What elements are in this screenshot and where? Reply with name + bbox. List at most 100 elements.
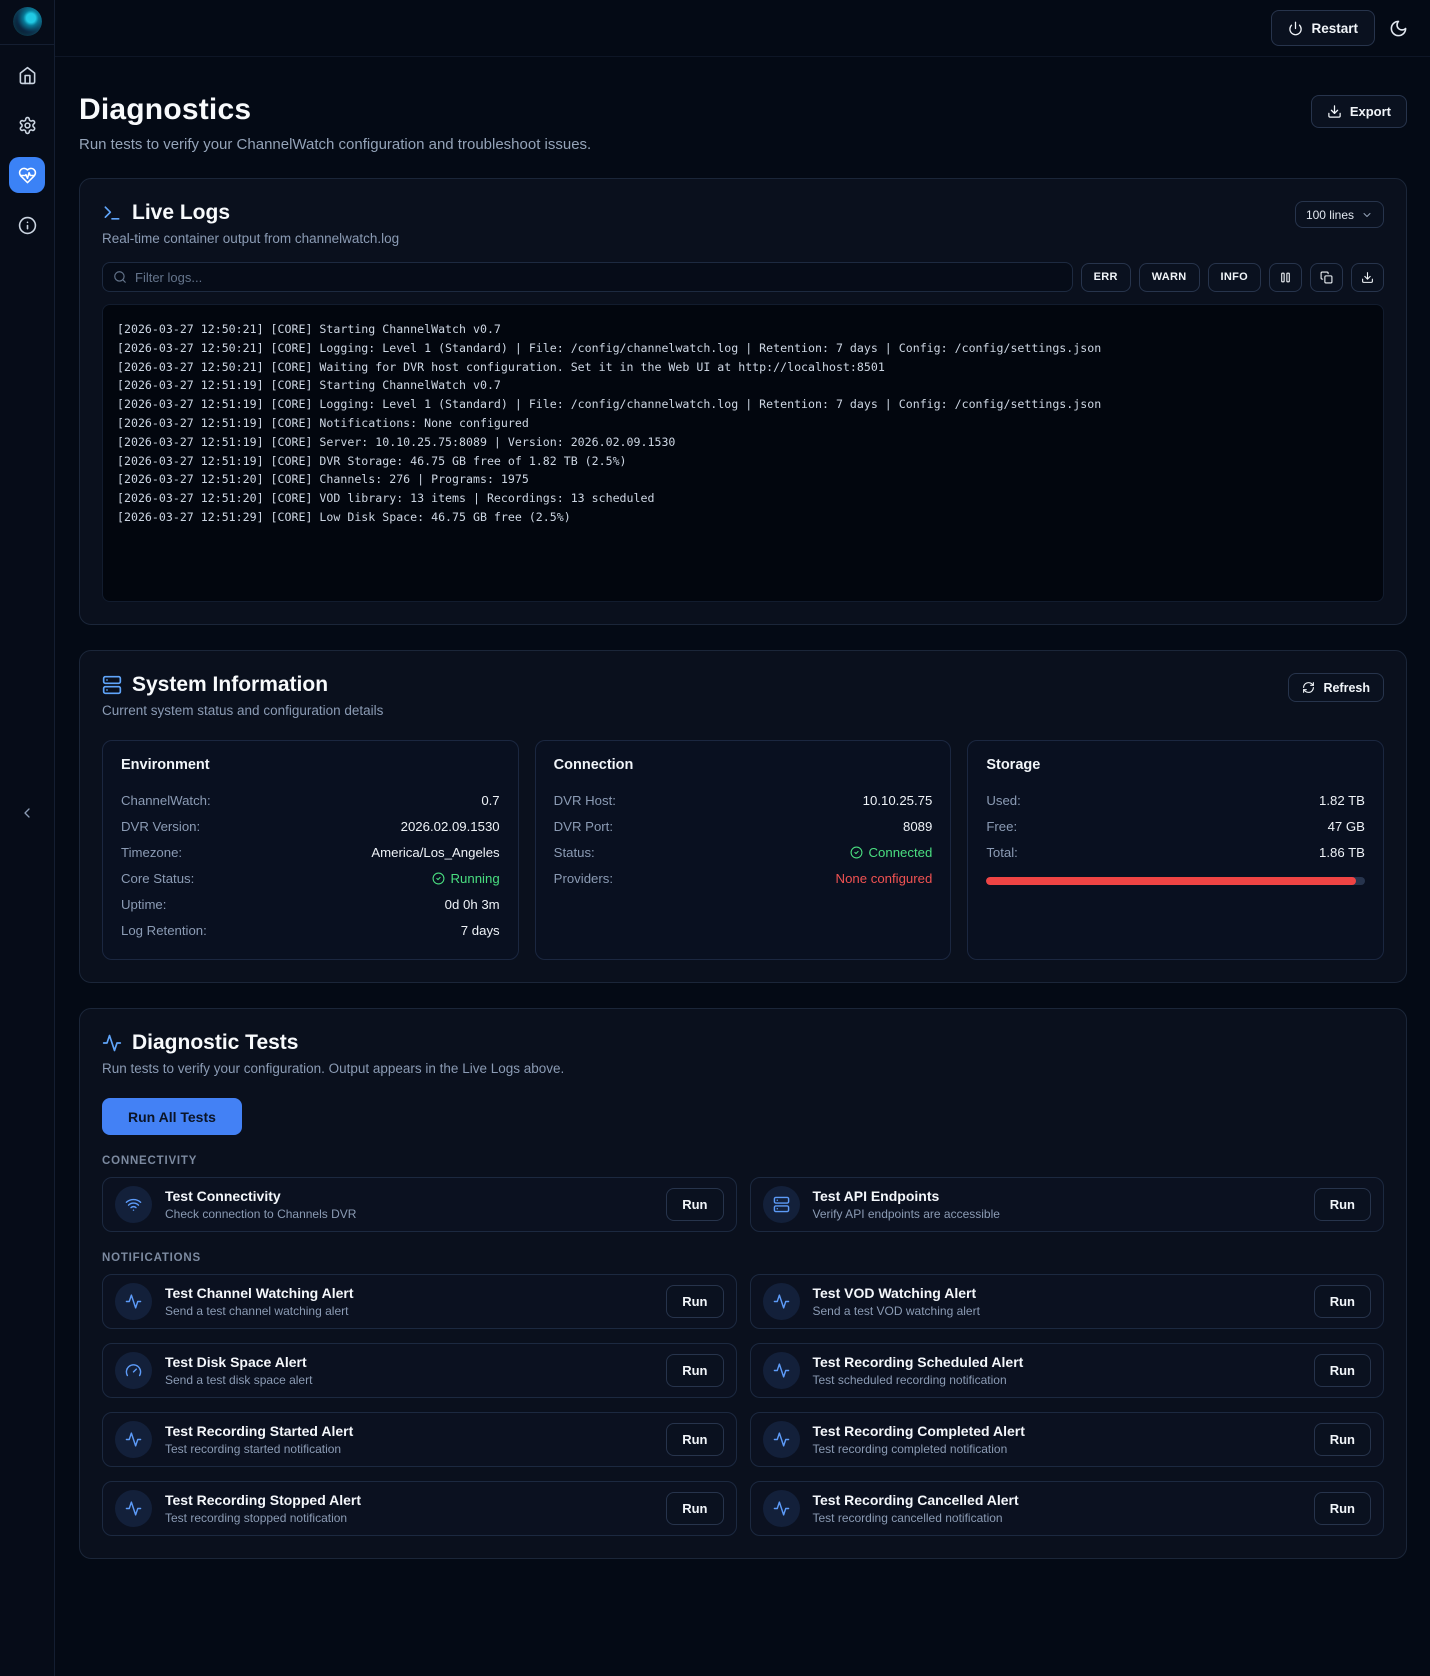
test-section: CONNECTIVITY Test Connectivity Check con… — [102, 1155, 1384, 1232]
test-name: Test Recording Stopped Alert — [165, 1492, 362, 1508]
run-test-button[interactable]: Run — [666, 1423, 724, 1456]
run-test-button[interactable]: Run — [666, 1188, 724, 1221]
test-desc: Check connection to Channels DVR — [165, 1207, 357, 1221]
server-icon — [102, 675, 122, 695]
run-test-button[interactable]: Run — [666, 1285, 724, 1318]
activity-icon — [762, 1352, 800, 1389]
live-logs-subtitle: Real-time container output from channelw… — [102, 231, 400, 246]
sidebar-collapse-button[interactable] — [0, 800, 54, 826]
test-name: Test Recording Completed Alert — [812, 1423, 1025, 1439]
activity-icon — [762, 1283, 800, 1320]
info-label: Used: — [986, 792, 1021, 808]
gear-icon — [18, 116, 37, 135]
test-desc: Test recording stopped notification — [165, 1511, 348, 1525]
download-logs-button[interactable] — [1351, 262, 1384, 292]
test-desc: Test scheduled recording notification — [812, 1373, 1007, 1387]
panel-title: Storage — [986, 757, 1041, 773]
test-desc: Test recording completed notification — [812, 1442, 1008, 1456]
run-test-button[interactable]: Run — [666, 1492, 724, 1525]
panel-title: Connection — [553, 757, 634, 773]
test-name: Test Connectivity — [165, 1188, 281, 1204]
activity-icon — [762, 1490, 800, 1527]
info-icon — [18, 216, 37, 235]
test-name: Test Disk Space Alert — [165, 1354, 307, 1370]
sidebar-item-settings[interactable] — [9, 107, 45, 143]
log-filter-input[interactable] — [135, 269, 1062, 285]
log-filter — [102, 262, 1073, 292]
check-circle-icon — [850, 846, 863, 859]
copy-logs-button[interactable] — [1310, 262, 1343, 292]
sidebar-nav — [9, 57, 45, 243]
theme-toggle-button[interactable] — [1389, 19, 1408, 38]
test-desc: Send a test channel watching alert — [165, 1304, 349, 1318]
test-card: Test Connectivity Check connection to Ch… — [102, 1177, 737, 1232]
info-value: 47 GB — [1327, 818, 1365, 834]
activity-icon — [102, 1033, 122, 1053]
info-value: America/Los_Angeles — [371, 844, 500, 860]
info-row: Log Retention: 7 days — [121, 917, 500, 943]
test-desc: Send a test disk space alert — [165, 1373, 313, 1387]
info-label: Log Retention: — [121, 922, 207, 938]
filter-info-button[interactable]: INFO — [1207, 262, 1261, 292]
sidebar-item-diagnostics[interactable] — [9, 157, 45, 193]
power-icon — [1288, 21, 1303, 36]
topbar: Restart — [55, 0, 1430, 57]
activity-icon — [115, 1421, 152, 1458]
test-card: Test Recording Cancelled Alert Test reco… — [749, 1481, 1384, 1536]
run-test-button[interactable]: Run — [1313, 1492, 1371, 1525]
test-card: Test Disk Space Alert Send a test disk s… — [102, 1343, 737, 1398]
system-info-panel: Storage Used: 1.82 TB Free: 47 GB Total:… — [967, 740, 1384, 960]
download-icon — [1327, 104, 1342, 119]
app-logo[interactable] — [12, 7, 42, 36]
info-label: Timezone: — [121, 844, 183, 860]
test-desc: Test recording started notification — [165, 1442, 342, 1456]
diagnostic-tests-card: Diagnostic Tests Run tests to verify you… — [79, 1008, 1407, 1559]
run-test-button[interactable]: Run — [1313, 1423, 1371, 1456]
test-card: Test Recording Stopped Alert Test record… — [102, 1481, 737, 1536]
info-label: DVR Host: — [553, 792, 616, 808]
test-name: Test Recording Cancelled Alert — [812, 1492, 1019, 1508]
search-icon — [113, 270, 127, 284]
filter-warn-button[interactable]: WARN — [1138, 262, 1200, 292]
info-row: Status: Connected — [554, 839, 933, 865]
sidebar-item-home[interactable] — [9, 57, 45, 93]
info-row: ChannelWatch: 0.7 — [121, 787, 500, 813]
info-row: Timezone: America/Los_Angeles — [121, 839, 500, 865]
export-button[interactable]: Export — [1310, 95, 1407, 128]
test-desc: Verify API endpoints are accessible — [812, 1207, 1000, 1221]
chevron-left-icon — [19, 805, 35, 821]
check-circle-icon — [432, 872, 445, 885]
copy-icon — [1320, 271, 1333, 284]
info-value: Running — [432, 871, 500, 886]
info-row: DVR Host: 10.10.25.75 — [554, 787, 933, 813]
info-value: 10.10.25.75 — [862, 792, 933, 808]
page-subtitle: Run tests to verify your ChannelWatch co… — [79, 136, 592, 153]
info-value: 0.7 — [481, 792, 500, 808]
log-lines-select[interactable]: 100 lines — [1294, 201, 1384, 228]
run-test-button[interactable]: Run — [1313, 1354, 1371, 1387]
info-label: Core Status: — [121, 870, 195, 886]
live-logs-title: Live Logs — [132, 201, 231, 224]
run-test-button[interactable]: Run — [1313, 1188, 1371, 1221]
restart-button[interactable]: Restart — [1271, 10, 1375, 46]
info-row: Free: 47 GB — [986, 813, 1365, 839]
run-test-button[interactable]: Run — [1313, 1285, 1371, 1318]
run-all-tests-button[interactable]: Run All Tests — [102, 1098, 242, 1135]
system-info-panel: Environment ChannelWatch: 0.7 DVR Versio… — [102, 740, 519, 960]
info-row: Providers: None configured — [554, 865, 933, 891]
run-test-button[interactable]: Run — [666, 1354, 724, 1387]
refresh-button[interactable]: Refresh — [1288, 673, 1384, 702]
info-label: Uptime: — [121, 896, 167, 912]
system-info-subtitle: Current system status and configuration … — [102, 703, 384, 718]
sidebar-item-about[interactable] — [9, 207, 45, 243]
page-title: Diagnostics — [79, 93, 252, 126]
test-card: Test Channel Watching Alert Send a test … — [102, 1274, 737, 1329]
filter-err-button[interactable]: ERR — [1080, 262, 1131, 292]
info-value: 7 days — [460, 922, 500, 938]
diagnostic-tests-title: Diagnostic Tests — [132, 1031, 299, 1054]
log-output[interactable]: [2026-03-27 12:50:21] [CORE] Starting Ch… — [102, 304, 1384, 602]
info-value: 1.82 TB — [1319, 792, 1365, 808]
info-label: Providers: — [553, 870, 614, 886]
live-logs-card: Live Logs Real-time container output fro… — [79, 178, 1407, 625]
pause-logs-button[interactable] — [1269, 262, 1302, 292]
